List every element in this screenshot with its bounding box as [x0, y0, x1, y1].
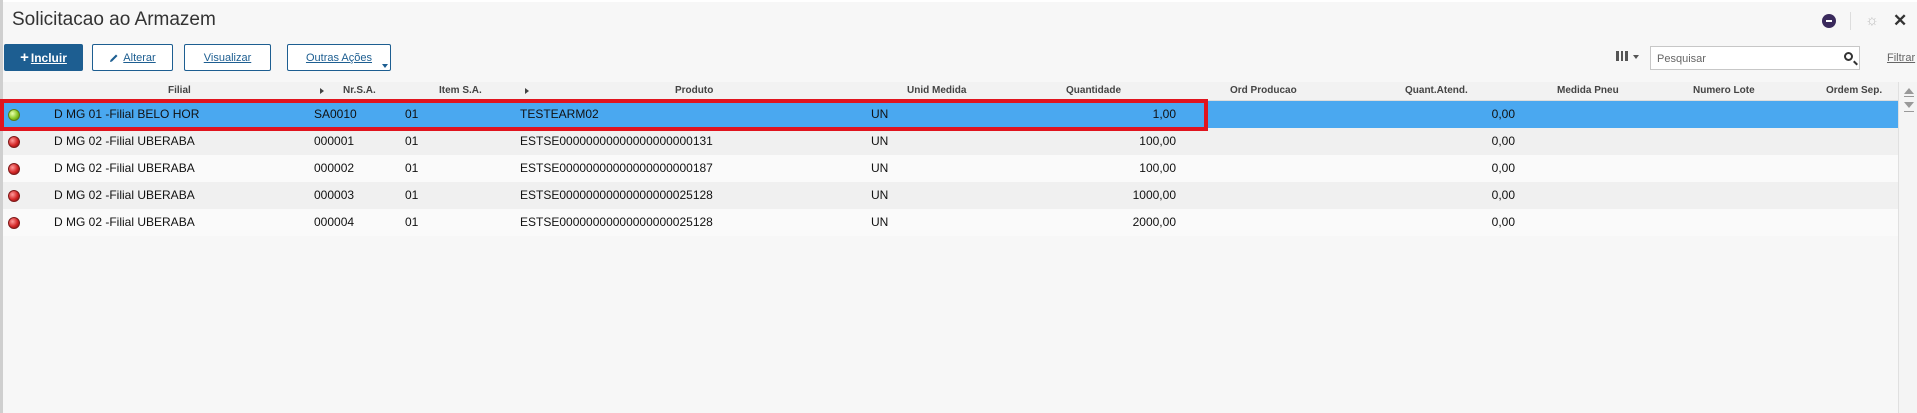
column-header-nr-sa[interactable]: Nr.S.A.: [343, 85, 376, 96]
close-icon[interactable]: ✕: [1893, 12, 1907, 29]
scroll-top-icon[interactable]: [1904, 96, 1914, 97]
cell-unid: UN: [871, 134, 889, 148]
columns-icon[interactable]: [1616, 51, 1629, 61]
cell-unid: UN: [871, 215, 889, 229]
cell-quant-atend: 0,00: [1491, 107, 1515, 121]
cell-nr-sa: 000002: [314, 161, 355, 175]
cell-quant-atend: 0,00: [1491, 215, 1515, 229]
incluir-label: Incluir: [30, 50, 67, 65]
cell-filial: D MG 02 -Filial UBERABA: [54, 215, 195, 229]
cell-nr-sa: SA0010: [314, 107, 357, 121]
cell-quantidade: 100,00: [1139, 161, 1176, 175]
outras-acoes-label: Outras Ações: [305, 51, 373, 64]
cell-quant-atend: 0,00: [1491, 161, 1515, 175]
cell-filial: D MG 02 -Filial UBERABA: [54, 188, 195, 202]
page-title: Solicitacao ao Armazem: [12, 9, 216, 30]
cell-nr-sa: 000003: [314, 188, 355, 202]
grid-header: Filial Nr.S.A. Item S.A. Produto Unid Me…: [3, 82, 1898, 101]
status-green-icon: [8, 109, 20, 121]
alterar-label: Alterar: [123, 51, 156, 64]
cell-unid: UN: [871, 107, 889, 121]
cell-nr-sa: 000004: [314, 215, 355, 229]
vertical-scrollbar[interactable]: [1898, 82, 1917, 413]
column-header-medida-pneu[interactable]: Medida Pneu: [1557, 85, 1619, 96]
column-header-produto[interactable]: Produto: [675, 85, 713, 96]
top-border: [0, 0, 1917, 2]
column-header-ord-producao[interactable]: Ord Producao: [1230, 85, 1297, 96]
alterar-button[interactable]: Alterar: [92, 44, 173, 71]
cell-unid: UN: [871, 188, 889, 202]
status-red-icon: [8, 217, 20, 229]
cell-filial: D MG 01 -Filial BELO HOR: [54, 107, 200, 121]
search-input[interactable]: [1655, 49, 1829, 69]
column-header-filial[interactable]: Filial: [168, 85, 191, 96]
column-header-quant-atend[interactable]: Quant.Atend.: [1405, 85, 1468, 96]
sort-triangle-icon[interactable]: [525, 88, 529, 94]
data-grid: Filial Nr.S.A. Item S.A. Produto Unid Me…: [3, 82, 1898, 236]
cell-produto: ESTSE00000000000000000025128: [520, 188, 713, 202]
table-row[interactable]: D MG 02 -Filial UBERABA 000002 01 ESTSE0…: [3, 155, 1898, 182]
pencil-icon: [110, 54, 118, 62]
header-divider: [1850, 12, 1851, 30]
cell-item-sa: 01: [405, 134, 419, 148]
cell-item-sa: 01: [405, 188, 419, 202]
cell-item-sa: 01: [405, 107, 419, 121]
plus-icon: +: [20, 49, 29, 66]
visualizar-button[interactable]: Visualizar: [184, 44, 271, 71]
outras-acoes-button[interactable]: Outras Ações: [287, 44, 391, 71]
cell-item-sa: 01: [405, 161, 419, 175]
arrow-down-icon[interactable]: [1904, 102, 1914, 108]
search-icon[interactable]: [1844, 52, 1853, 61]
gear-icon[interactable]: ☼: [1865, 13, 1879, 28]
table-row[interactable]: D MG 02 -Filial UBERABA 000001 01 ESTSE0…: [3, 128, 1898, 155]
chevron-down-icon: [382, 64, 388, 68]
cell-quantidade: 1,00: [1152, 107, 1176, 121]
arrow-up-icon[interactable]: [1904, 88, 1914, 94]
cell-item-sa: 01: [405, 215, 419, 229]
table-row[interactable]: D MG 02 -Filial UBERABA 000004 01 ESTSE0…: [3, 209, 1898, 236]
cell-quant-atend: 0,00: [1491, 188, 1515, 202]
cell-produto: TESTEARM02: [520, 107, 599, 121]
cell-quantidade: 100,00: [1139, 134, 1176, 148]
cell-filial: D MG 02 -Filial UBERABA: [54, 161, 195, 175]
filtrar-link[interactable]: Filtrar: [1887, 52, 1915, 64]
column-header-quantidade[interactable]: Quantidade: [1066, 85, 1121, 96]
cell-filial: D MG 02 -Filial UBERABA: [54, 134, 195, 148]
visualizar-label: Visualizar: [203, 51, 252, 64]
search-box: [1650, 46, 1860, 70]
columns-caret-icon[interactable]: [1633, 55, 1639, 59]
incluir-button[interactable]: + Incluir: [4, 44, 83, 71]
column-header-unid-medida[interactable]: Unid Medida: [907, 85, 966, 96]
cell-unid: UN: [871, 161, 889, 175]
table-row[interactable]: D MG 01 -Filial BELO HOR SA0010 01 TESTE…: [3, 101, 1898, 128]
status-red-icon: [8, 190, 20, 202]
status-red-icon: [8, 163, 20, 175]
cell-produto: ESTSE00000000000000000000187: [520, 161, 713, 175]
cell-nr-sa: 000001: [314, 134, 355, 148]
cell-quantidade: 2000,00: [1132, 215, 1176, 229]
cell-produto: ESTSE00000000000000000000131: [520, 134, 713, 148]
table-row[interactable]: D MG 02 -Filial UBERABA 000003 01 ESTSE0…: [3, 182, 1898, 209]
header-icons: ☼ ✕: [1822, 11, 1907, 31]
user-avatar-icon[interactable]: [1822, 14, 1836, 28]
cell-produto: ESTSE00000000000000000025128: [520, 215, 713, 229]
cell-quantidade: 1000,00: [1132, 188, 1176, 202]
status-red-icon: [8, 136, 20, 148]
column-header-item-sa[interactable]: Item S.A.: [439, 85, 482, 96]
scroll-bottom-icon[interactable]: [1904, 111, 1914, 112]
column-header-numero-lote[interactable]: Numero Lote: [1693, 85, 1755, 96]
sort-triangle-icon[interactable]: [320, 88, 324, 94]
column-header-ordem-sep[interactable]: Ordem Sep.: [1826, 85, 1882, 96]
cell-quant-atend: 0,00: [1491, 134, 1515, 148]
